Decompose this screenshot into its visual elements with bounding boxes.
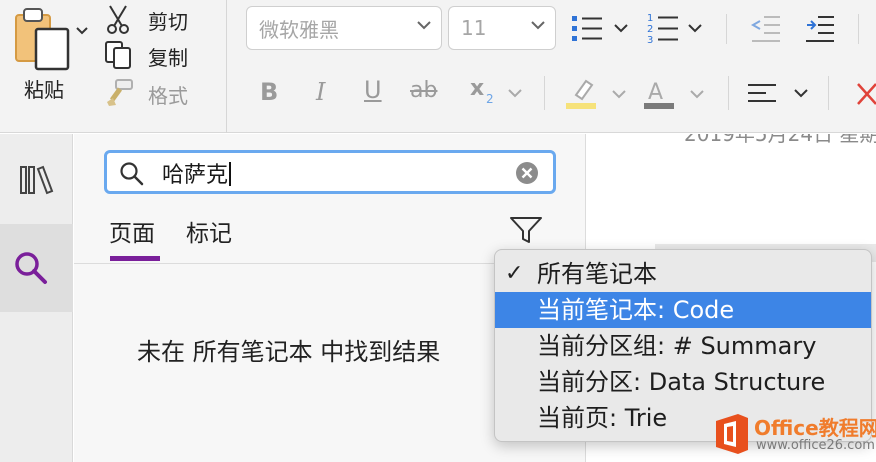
chevron-down-icon <box>531 21 545 30</box>
ribbon-divider <box>858 14 859 44</box>
increase-indent-icon <box>806 16 834 42</box>
copy-icon <box>105 41 131 69</box>
tab-pages[interactable]: 页面 <box>109 214 155 248</box>
chevron-down-icon <box>612 90 626 99</box>
italic-button[interactable]: I <box>316 78 325 106</box>
filter-funnel-icon <box>510 217 542 243</box>
subscript-button[interactable]: x 2 <box>468 76 524 112</box>
format-label: 格式 <box>148 84 188 108</box>
search-icon <box>120 162 144 186</box>
decrease-indent-icon <box>750 16 780 42</box>
scissors-icon <box>107 5 129 34</box>
menu-item-label: 当前分区组: # Summary <box>537 332 817 360</box>
subscript-small-label: 2 <box>486 92 494 106</box>
ribbon-divider <box>544 76 545 110</box>
bullet-list-icon <box>572 16 602 41</box>
watermark: Office教程网 www.office26.com <box>712 410 876 462</box>
chevron-down-icon <box>508 89 522 98</box>
search-query-value: 哈萨克 <box>162 163 229 188</box>
page-date: 2019年5月24日 星期五 <box>684 134 876 144</box>
align-button[interactable] <box>746 74 812 114</box>
svg-text:3: 3 <box>647 35 653 45</box>
checkmark-icon: ✓ <box>505 261 524 286</box>
cut-label: 剪切 <box>148 10 188 34</box>
font-color-icon: A <box>644 80 674 109</box>
chevron-down-icon <box>690 90 704 99</box>
font-size-value: 11 <box>461 16 487 40</box>
menu-item-label: 当前笔记本: Code <box>537 296 735 324</box>
menu-item-current-section[interactable]: 当前分区: Data Structure <box>495 364 871 400</box>
page-date-clip: 2019年5月24日 星期五 <box>587 134 876 144</box>
svg-text:A: A <box>648 80 663 105</box>
menu-item-current-notebook[interactable]: 当前笔记本: Code <box>495 292 871 328</box>
svg-text:1: 1 <box>647 13 653 24</box>
menu-item-label: 当前页: Trie <box>537 404 668 432</box>
menu-item-all-notebooks[interactable]: ✓ 所有笔记本 <box>495 256 871 292</box>
ribbon-divider <box>728 76 729 110</box>
no-results-message: 未在 所有笔记本 中找到结果 <box>137 338 441 366</box>
decrease-indent-button[interactable] <box>744 8 788 48</box>
text-caret <box>229 162 232 186</box>
watermark-brand: Office教程网 <box>754 416 876 440</box>
delete-button[interactable] <box>852 78 876 110</box>
menu-item-label: 所有笔记本 <box>537 260 657 288</box>
menu-item-current-section-group[interactable]: 当前分区组: # Summary <box>495 328 871 364</box>
numbered-list-button[interactable]: 1 2 3 <box>638 8 710 48</box>
copy-button[interactable]: 复制 <box>104 38 200 72</box>
ribbon-toolbar: 粘贴 剪切 复制 格式 微软雅黑 11 1 2 3 B I U ab x 2 A <box>0 0 876 133</box>
font-family-select[interactable]: 微软雅黑 <box>246 6 442 50</box>
active-tab-indicator <box>110 256 160 261</box>
underline-button[interactable]: U <box>364 76 382 104</box>
align-left-icon <box>748 84 776 102</box>
ribbon-divider <box>226 0 227 133</box>
format-painter-icon <box>107 79 133 106</box>
chevron-down-icon <box>614 24 628 33</box>
search-query-text: 哈萨克 <box>162 157 232 189</box>
chevron-down-icon <box>688 24 702 33</box>
search-icon <box>15 252 47 284</box>
increase-indent-button[interactable] <box>798 8 842 48</box>
watermark-url: www.office26.com <box>756 438 875 453</box>
highlight-button[interactable] <box>562 74 628 114</box>
paste-icon <box>15 8 70 71</box>
ribbon-divider <box>726 14 727 44</box>
copy-label: 复制 <box>148 46 188 70</box>
svg-text:2: 2 <box>647 24 653 35</box>
ribbon-divider <box>828 76 829 110</box>
bold-button[interactable]: B <box>260 78 278 106</box>
office-logo-icon <box>716 414 748 454</box>
paste-label: 粘贴 <box>24 78 64 102</box>
cut-button[interactable]: 剪切 <box>104 2 200 36</box>
notebooks-button[interactable] <box>0 150 73 210</box>
bullet-list-button[interactable] <box>566 8 632 48</box>
notebooks-library-icon <box>19 165 53 195</box>
format-painter-button[interactable]: 格式 <box>104 76 200 110</box>
search-rail-button[interactable] <box>0 224 73 312</box>
chevron-down-icon <box>794 89 808 98</box>
clear-search-icon[interactable] <box>515 161 539 185</box>
strikethrough-button[interactable]: ab <box>410 78 437 103</box>
paste-options-chevron-icon[interactable] <box>76 26 88 36</box>
chevron-down-icon <box>417 21 431 30</box>
font-color-button[interactable]: A <box>640 74 706 114</box>
delete-x-icon <box>857 83 876 105</box>
highlighter-icon <box>566 79 596 109</box>
menu-item-label: 当前分区: Data Structure <box>537 368 826 396</box>
paste-button[interactable] <box>8 6 74 72</box>
subscript-label: x <box>470 76 485 101</box>
filter-button[interactable] <box>506 210 546 250</box>
tab-tags[interactable]: 标记 <box>186 214 232 248</box>
font-family-value: 微软雅黑 <box>259 17 339 42</box>
font-size-select[interactable]: 11 <box>448 6 556 50</box>
numbered-list-icon: 1 2 3 <box>647 13 678 45</box>
